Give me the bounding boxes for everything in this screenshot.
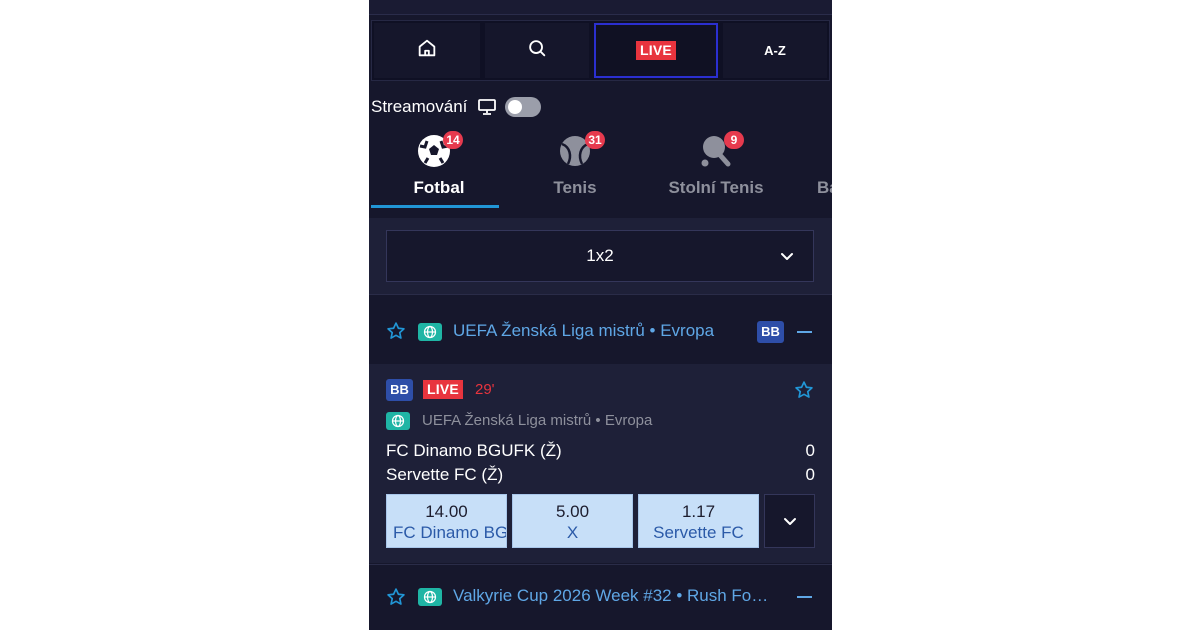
monitor-icon: [477, 98, 497, 116]
main-nav: LIVE A-Z: [371, 20, 830, 81]
star-icon[interactable]: [794, 380, 814, 405]
away-team: Servette FC (Ž): [386, 465, 504, 484]
competition-label: UEFA Ženská Liga mistrů • Evropa: [422, 412, 653, 429]
odds-price: 5.00: [555, 502, 590, 521]
bb-badge: BB: [757, 321, 784, 343]
home-button[interactable]: [374, 23, 480, 78]
home-score: 0: [805, 441, 815, 460]
odds-price: 14.00: [425, 502, 468, 521]
match-minute: 29': [475, 381, 495, 398]
league-header[interactable]: Valkyrie Cup 2026 Week #32 • Rush Fo…: [369, 564, 832, 630]
home-team: FC Dinamo BGUFK (Ž): [386, 441, 562, 460]
live-tab[interactable]: LIVE: [594, 23, 718, 78]
odds-button-draw[interactable]: 5.00 X: [512, 494, 633, 548]
streaming-toggle[interactable]: [505, 97, 542, 117]
tab-more[interactable]: Ba: [746, 128, 832, 213]
chevron-down-icon: [782, 513, 798, 529]
count-badge: 31: [585, 131, 605, 149]
az-button[interactable]: A-Z: [723, 23, 827, 78]
collapse-icon[interactable]: [797, 331, 812, 333]
toggle-knob: [508, 100, 523, 114]
league-header[interactable]: UEFA Ženská Liga mistrů • Evropa BB: [369, 294, 832, 365]
star-icon[interactable]: [386, 321, 406, 346]
count-badge: 14: [443, 131, 463, 149]
odds-label: X: [566, 523, 579, 542]
chevron-down-icon: [779, 248, 795, 269]
sport-tabs: 14 Fotbal 31 Tenis 9 Stolní Tenis Ba: [369, 128, 832, 213]
tab-tenis[interactable]: 31 Tenis: [505, 128, 645, 213]
globe-icon: [418, 588, 442, 606]
live-label: LIVE: [636, 41, 676, 60]
sport-label: Ba: [817, 178, 832, 197]
star-icon[interactable]: [386, 587, 406, 612]
sport-label: Fotbal: [413, 178, 465, 197]
top-bar: [369, 0, 832, 15]
sportsbook-app: LIVE A-Z Streamování 14 Fotbal 31 Tenis: [369, 0, 832, 630]
away-score: 0: [805, 465, 815, 484]
collapse-icon[interactable]: [797, 596, 812, 598]
live-badge: LIVE: [423, 380, 463, 399]
tab-fotbal[interactable]: 14 Fotbal: [369, 128, 509, 213]
count-badge: 9: [724, 131, 744, 149]
market-value: 1x2: [586, 246, 614, 265]
search-icon: [526, 37, 548, 64]
home-icon: [416, 37, 438, 64]
odds-button-home[interactable]: 14.00 FC Dinamo BGUFK: [386, 494, 507, 548]
odds-button-away[interactable]: 1.17 Servette FC: [638, 494, 759, 548]
search-button[interactable]: [485, 23, 589, 78]
odds-label: FC Dinamo BGUFK: [393, 523, 506, 542]
streaming-row: Streamování: [371, 95, 542, 119]
odds-label: Servette FC: [653, 523, 744, 542]
bb-badge: BB: [386, 379, 413, 401]
league-title: UEFA Ženská Liga mistrů • Evropa: [453, 321, 715, 340]
az-label: A-Z: [764, 43, 786, 58]
market-section: 1x2: [369, 218, 832, 294]
match-card[interactable]: BB LIVE 29' UEFA Ženská Liga mistrů • Ev…: [369, 364, 832, 563]
market-select[interactable]: 1x2: [386, 230, 814, 282]
globe-icon: [418, 323, 442, 341]
streaming-label: Streamování: [371, 97, 468, 116]
more-markets-button[interactable]: [764, 494, 815, 548]
globe-icon: [386, 412, 410, 430]
active-tab-indicator: [371, 205, 499, 208]
odds-price: 1.17: [681, 502, 716, 521]
sport-label: Tenis: [553, 178, 597, 197]
league-title: Valkyrie Cup 2026 Week #32 • Rush Fo…: [453, 586, 769, 605]
